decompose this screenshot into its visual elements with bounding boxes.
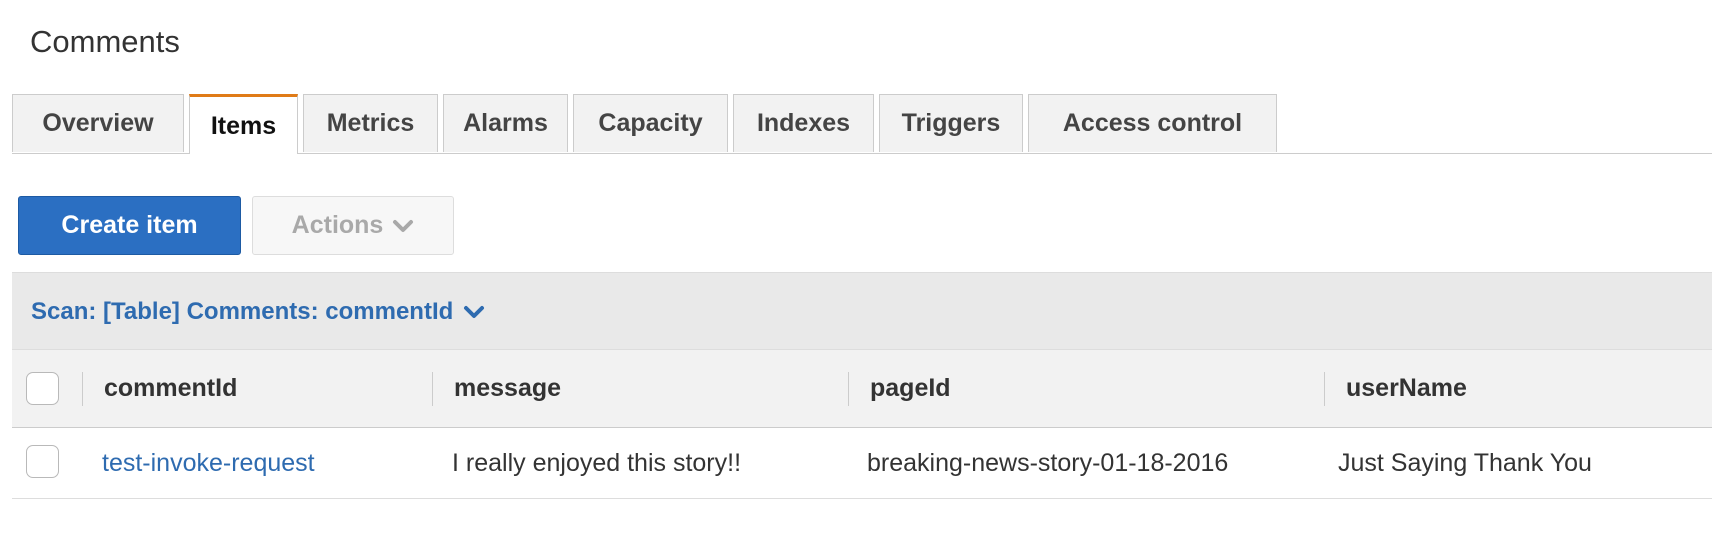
tab-triggers[interactable]: Triggers [879,94,1023,152]
column-divider [432,372,433,406]
cell-username: Just Saying Thank You [1338,448,1592,477]
chevron-down-icon [392,219,414,233]
column-divider [82,372,83,406]
row-checkbox[interactable] [26,445,59,478]
tab-access-control[interactable]: Access control [1028,94,1277,152]
page-title: Comments [30,24,180,59]
scan-selector[interactable]: Scan: [Table] Comments: commentId [12,272,1712,350]
tab-indexes[interactable]: Indexes [733,94,874,152]
column-header-pageid[interactable]: pageId [870,350,951,427]
table-row[interactable]: test-invoke-request I really enjoyed thi… [12,428,1712,499]
column-divider [1324,372,1325,406]
cell-message: I really enjoyed this story!! [452,448,742,477]
tab-strip: Overview Items Metrics Alarms Capacity I… [12,94,1712,154]
tab-metrics[interactable]: Metrics [303,94,438,152]
scan-label: Scan: [Table] Comments: commentId [31,297,454,325]
tab-items[interactable]: Items [189,94,298,154]
actions-dropdown-button[interactable]: Actions [252,196,454,255]
column-divider [848,372,849,406]
select-all-checkbox[interactable] [26,372,59,405]
actions-label: Actions [291,211,384,239]
column-header-commentid[interactable]: commentId [104,350,237,427]
tab-overview[interactable]: Overview [12,94,184,152]
column-header-username[interactable]: userName [1346,350,1467,427]
create-item-button[interactable]: Create item [18,196,241,255]
tab-capacity[interactable]: Capacity [573,94,728,152]
column-header-message[interactable]: message [454,350,561,427]
cell-pageid: breaking-news-story-01-18-2016 [867,448,1229,477]
tab-alarms[interactable]: Alarms [443,94,568,152]
chevron-down-icon [463,305,485,319]
create-item-label: Create item [61,211,198,239]
cell-commentid-link[interactable]: test-invoke-request [102,428,315,498]
table-header: commentId message pageId userName [12,349,1712,428]
